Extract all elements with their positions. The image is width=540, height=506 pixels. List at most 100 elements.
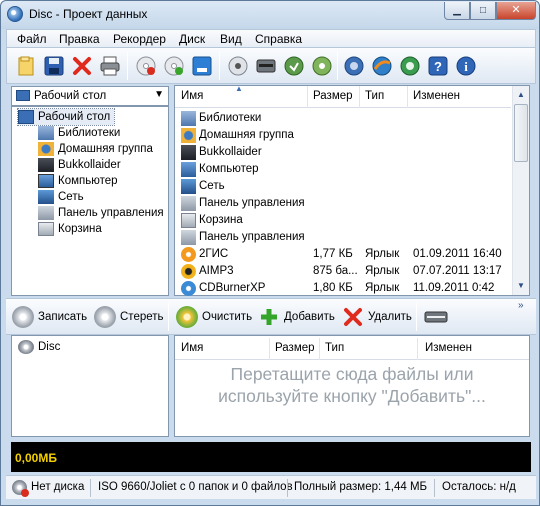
erase-disc-icon [94,306,116,328]
web-icon[interactable] [369,53,395,79]
info-icon[interactable]: i [453,53,479,79]
app-window: Disc - Проект данных ▁ □ ✕ Файл Правка Р… [0,0,540,506]
more-button[interactable]: » [518,300,524,311]
rip-disc-icon[interactable] [309,53,335,79]
column-type[interactable]: Тип [365,90,384,102]
burn-label: Записать [38,311,88,323]
sort-arrow-icon: ▲ [235,84,243,93]
column-modified[interactable]: Изменен [425,342,472,354]
location-dropdown[interactable]: Рабочий стол ▼ [11,86,169,106]
tree-item-label: Домашняя группа [58,143,153,155]
help-icon[interactable]: ? [425,53,451,79]
column-name[interactable]: Имя [181,342,203,354]
column-modified[interactable]: Изменен [413,90,460,102]
tree-item-desktop[interactable]: Рабочий стол [16,108,116,126]
add-button[interactable]: Добавить [258,303,335,331]
menu-view[interactable]: Вид [220,32,242,46]
print-icon[interactable] [97,53,123,79]
column-size[interactable]: Размер [275,342,315,354]
column-name[interactable]: Имя [181,90,203,102]
file-row[interactable]: AIMP3 875 ба... Ярлык 07.07.2011 13:17 [175,263,511,280]
scroll-up-icon[interactable]: ▲ [515,88,527,102]
delete-icon[interactable] [69,53,95,79]
tree-item-label: Компьютер [58,175,118,187]
file-row[interactable]: Сеть [175,178,511,195]
menu-help[interactable]: Справка [255,32,302,46]
tree-item-computer[interactable]: Компьютер [38,173,118,189]
homegroup-icon [181,128,196,143]
main-toolbar: ? i [6,48,536,84]
tree-item-label: Библиотеки [58,127,121,139]
status-total-size: Полный размер: 1,44 МБ [294,481,428,493]
file-name: Панель управления [199,231,305,243]
recycle-bin-icon [38,222,54,236]
file-row[interactable]: 2ГИС 1,77 КБ Ярлык 01.09.2011 16:40 [175,246,511,263]
new-folder-icon[interactable] [13,53,39,79]
menu-file[interactable]: Файл [17,32,47,46]
settings-icon[interactable] [341,53,367,79]
computer-icon [181,162,196,177]
file-row[interactable]: Корзина [175,212,511,229]
cdburnerxp-icon [181,281,196,296]
burn-button[interactable]: Записать [12,303,87,331]
file-type: Ярлык [365,265,400,277]
file-row[interactable]: Компьютер [175,161,511,178]
2gis-icon [181,247,196,262]
toolbar-separator [219,52,220,80]
tree-item-network[interactable]: Сеть [38,189,84,205]
drive-button[interactable] [424,303,450,331]
menu-recorder[interactable]: Рекордер [113,32,166,46]
file-row[interactable]: CDBurnerXP 1,80 КБ Ярлык 11.09.2011 0:42 [175,280,511,297]
file-row[interactable]: Bukkollaider [175,144,511,161]
tree-item-disc[interactable]: Disc [18,339,60,355]
tree-item-label: Панель управления [58,207,164,219]
minimize-button[interactable]: ▁ [444,2,470,20]
disc-list-header: Имя Размер Тип Изменен [175,338,529,360]
disc-info-icon[interactable] [225,53,251,79]
erase-button[interactable]: Стереть [94,303,164,331]
menu-disc[interactable]: Диск [179,32,205,46]
maximize-button[interactable]: □ [470,2,496,20]
burn-disc-icon[interactable] [133,53,159,79]
copy-disc-icon[interactable] [281,53,307,79]
toolbar-separator [416,303,417,331]
file-row[interactable]: Панель управления [175,229,511,246]
chevron-down-icon: ▼ [154,89,164,100]
column-type[interactable]: Тип [325,342,344,354]
file-row[interactable]: Домашняя группа [175,127,511,144]
tree-item-user[interactable]: Bukkollaider [38,157,121,173]
libraries-icon [38,126,54,140]
file-list: Имя ▲ Размер Тип Изменен Библиотеки Дома… [174,84,530,297]
save-icon[interactable] [41,53,67,79]
file-list-scrollbar[interactable]: ▲ ▼ [512,86,529,295]
file-row[interactable]: Библиотеки [175,110,511,127]
erase-label: Стереть [120,311,164,323]
update-icon[interactable] [397,53,423,79]
menu-edit[interactable]: Правка [59,32,100,46]
blank-disc-icon[interactable] [161,53,187,79]
file-row[interactable]: Панель управления [175,195,511,212]
file-size: 1,77 КБ [313,248,353,260]
scroll-thumb[interactable] [514,104,528,162]
drive-icon[interactable] [189,53,215,79]
title-bar[interactable]: Disc - Проект данных ▁ □ ✕ [1,1,539,29]
tree-item-libraries[interactable]: Библиотеки [38,125,120,141]
tree-item-control-panel[interactable]: Панель управления [38,205,164,221]
file-name: 2ГИС [199,248,229,260]
app-disc-icon [7,6,23,22]
close-button[interactable]: ✕ [496,2,536,20]
tree-item-recycle-bin[interactable]: Корзина [38,221,102,237]
remove-button[interactable]: Удалить [342,303,412,331]
clear-button[interactable]: Очистить [176,303,252,331]
recorder-icon[interactable] [253,53,279,79]
disc-icon [18,340,34,354]
column-divider [307,86,308,108]
control-panel-icon [38,206,54,220]
tree-item-label: Disc [38,341,61,353]
tree-item-homegroup[interactable]: Домашняя группа [38,141,153,157]
file-size: 875 ба... [313,265,358,277]
file-name: Bukkollaider [199,146,262,158]
column-size[interactable]: Размер [313,90,353,102]
compilation-toolbar: Записать Стереть Очистить Добавить Удали… [6,298,536,335]
scroll-down-icon[interactable]: ▼ [515,279,527,293]
